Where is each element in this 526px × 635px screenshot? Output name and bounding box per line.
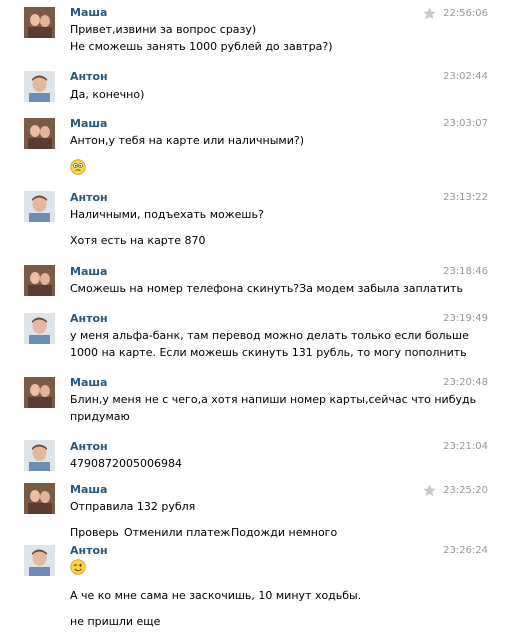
message-time[interactable]: 23:26:24 [443, 545, 488, 556]
message-time[interactable]: 23:13:22 [443, 192, 488, 203]
message-time[interactable]: 23:20:48 [443, 377, 488, 388]
avatar-anton[interactable] [24, 71, 55, 102]
avatar-masha[interactable] [24, 265, 55, 296]
message-time[interactable]: 23:02:44 [443, 71, 488, 82]
avatar-masha[interactable] [24, 483, 55, 514]
message-text: А че ко мне сама не заскочишь, 10 минут … [70, 589, 362, 602]
avatar-anton[interactable] [24, 191, 55, 222]
message-time[interactable]: 23:25:20 [443, 485, 488, 496]
avatar-masha[interactable] [24, 7, 55, 38]
author-name[interactable]: Маша [70, 483, 107, 496]
message-time[interactable]: 23:03:07 [443, 118, 488, 129]
message-time[interactable]: 23:21:04 [443, 441, 488, 452]
winking-face-icon [70, 559, 86, 575]
author-name[interactable]: Маша [70, 6, 107, 19]
author-name[interactable]: Антон [70, 440, 108, 453]
message-text: Отправила 132 рубля [70, 500, 196, 513]
message-time[interactable]: 23:19:49 [443, 313, 488, 324]
message-text: Сможешь на номер телефона скинуть?За мод… [70, 282, 463, 295]
confused-face-icon [70, 159, 86, 175]
author-name[interactable]: Антон [70, 70, 108, 83]
author-name[interactable]: Маша [70, 376, 107, 389]
author-name[interactable]: Антон [70, 544, 108, 557]
message-text: Да, конечно) [70, 88, 145, 101]
message-text: Хотя есть на карте 870 [70, 234, 206, 247]
message-time[interactable]: 23:18:46 [443, 266, 488, 277]
quick-action-canceled-payment[interactable]: Отменили платеж [124, 526, 230, 539]
message-text: 1000 на карте. Если можешь скинуть 131 р… [70, 346, 467, 359]
avatar-anton[interactable] [24, 545, 55, 576]
avatar-anton[interactable] [24, 313, 55, 344]
message-text: Наличными, подъехать можешь? [70, 208, 264, 221]
star-icon[interactable] [423, 484, 436, 497]
star-icon[interactable] [423, 7, 436, 20]
avatar-masha[interactable] [24, 118, 55, 149]
quick-action-wait[interactable]: Подожди немного [231, 526, 337, 539]
message-text: 4790872005006984 [70, 457, 182, 470]
message-text: у меня альфа-банк, там перевод можно дел… [70, 329, 469, 342]
message-text: Антон,у тебя на карте или наличными?) [70, 134, 304, 147]
avatar-anton[interactable] [24, 440, 55, 471]
author-name[interactable]: Маша [70, 117, 107, 130]
message-text: Блин,у меня не с чего,а хотя напиши номе… [70, 393, 477, 406]
author-name[interactable]: Маша [70, 265, 107, 278]
message-text: придумаю [70, 410, 130, 423]
message-time[interactable]: 22:56:06 [443, 8, 488, 19]
message-text: Привет,извини за вопрос сразу) [70, 23, 257, 36]
message-text: Не сможешь занять 1000 рублей до завтра?… [70, 40, 333, 53]
quick-action-check[interactable]: Проверь [70, 526, 119, 539]
avatar-masha[interactable] [24, 377, 55, 408]
message-text: не пришли еще [70, 615, 161, 628]
author-name[interactable]: Антон [70, 312, 108, 325]
author-name[interactable]: Антон [70, 191, 108, 204]
